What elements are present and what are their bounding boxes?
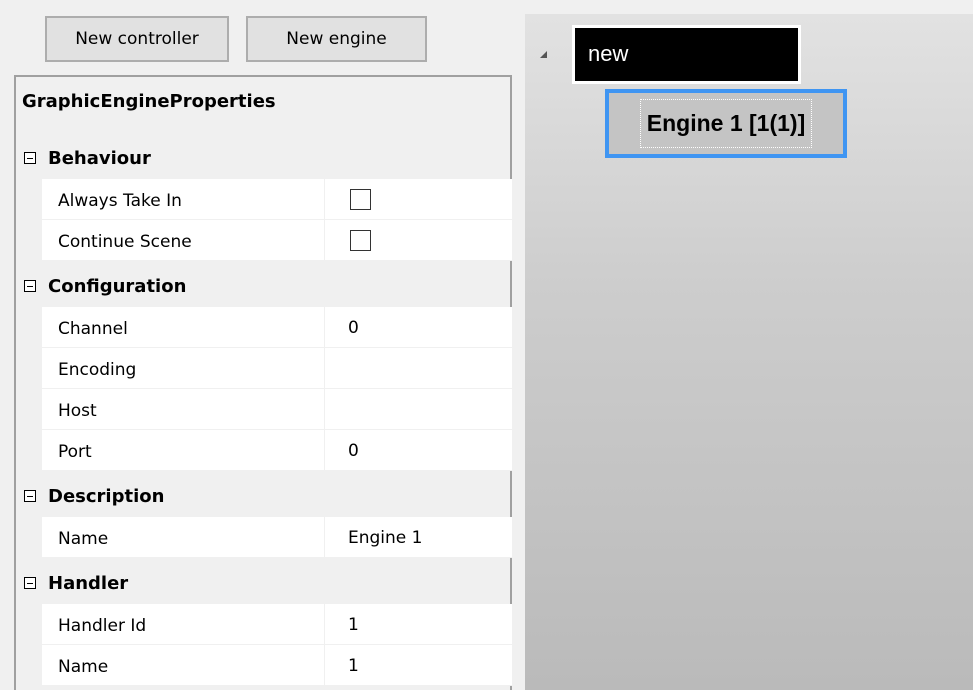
- column-divider: [324, 220, 325, 261]
- property-row-always-take-in[interactable]: Always Take In: [42, 179, 512, 220]
- column-divider: [324, 645, 325, 686]
- property-row-handler-id[interactable]: Handler Id 1: [42, 604, 512, 645]
- left-panel: New controller New engine GraphicEngineP…: [0, 0, 520, 690]
- property-name: Encoding: [58, 360, 137, 380]
- always-take-in-checkbox[interactable]: [350, 189, 371, 210]
- category-label: Description: [48, 485, 165, 507]
- property-grid-title: GraphicEngineProperties: [22, 91, 276, 112]
- column-divider: [324, 430, 325, 471]
- collapse-icon[interactable]: [24, 490, 36, 502]
- collapse-icon[interactable]: [24, 280, 36, 292]
- tree-node-label: Engine 1 [1(1)]: [639, 99, 813, 148]
- category-description[interactable]: Description: [16, 475, 510, 517]
- property-row-continue-scene[interactable]: Continue Scene: [42, 220, 512, 261]
- property-row-port[interactable]: Port 0: [42, 430, 512, 471]
- triangle-expanded-icon[interactable]: [540, 51, 547, 58]
- property-name: Port: [58, 442, 92, 462]
- property-row-channel[interactable]: Channel 0: [42, 307, 512, 348]
- column-divider: [324, 348, 325, 389]
- category-label: Handler: [48, 572, 129, 594]
- handler-id-value[interactable]: 1: [348, 604, 359, 645]
- continue-scene-checkbox[interactable]: [350, 230, 371, 251]
- tree-view-panel[interactable]: new Engine 1 [1(1)]: [525, 14, 973, 690]
- port-value[interactable]: 0: [348, 430, 359, 471]
- category-handler[interactable]: Handler: [16, 562, 510, 604]
- column-divider: [324, 517, 325, 558]
- property-grid: GraphicEngineProperties Behaviour Always…: [14, 75, 512, 690]
- property-name: Host: [58, 401, 97, 421]
- property-name: Always Take In: [58, 191, 182, 211]
- property-name: Continue Scene: [58, 232, 192, 252]
- name-value[interactable]: Engine 1: [348, 517, 422, 558]
- collapse-icon[interactable]: [24, 152, 36, 164]
- property-name: Channel: [58, 319, 128, 339]
- property-row-handler-name[interactable]: Name 1: [42, 645, 512, 686]
- category-behaviour[interactable]: Behaviour: [16, 137, 510, 179]
- property-name: Name: [58, 529, 109, 549]
- new-controller-button[interactable]: New controller: [45, 16, 229, 62]
- column-divider: [324, 389, 325, 430]
- property-row-encoding[interactable]: Encoding: [42, 348, 512, 389]
- property-name: Handler Id: [58, 616, 147, 636]
- column-divider: [324, 179, 325, 220]
- property-row-name[interactable]: Name Engine 1: [42, 517, 512, 558]
- tree-node-root[interactable]: new: [572, 25, 801, 84]
- channel-value[interactable]: 0: [348, 307, 359, 348]
- column-divider: [324, 604, 325, 645]
- tree-node-engine[interactable]: Engine 1 [1(1)]: [605, 89, 847, 158]
- category-configuration[interactable]: Configuration: [16, 265, 510, 307]
- category-label: Behaviour: [48, 147, 151, 169]
- property-name: Name: [58, 657, 109, 677]
- new-engine-button[interactable]: New engine: [246, 16, 427, 62]
- collapse-icon[interactable]: [24, 577, 36, 589]
- handler-name-value[interactable]: 1: [348, 645, 359, 686]
- property-row-host[interactable]: Host: [42, 389, 512, 430]
- column-divider: [324, 307, 325, 348]
- category-label: Configuration: [48, 275, 187, 297]
